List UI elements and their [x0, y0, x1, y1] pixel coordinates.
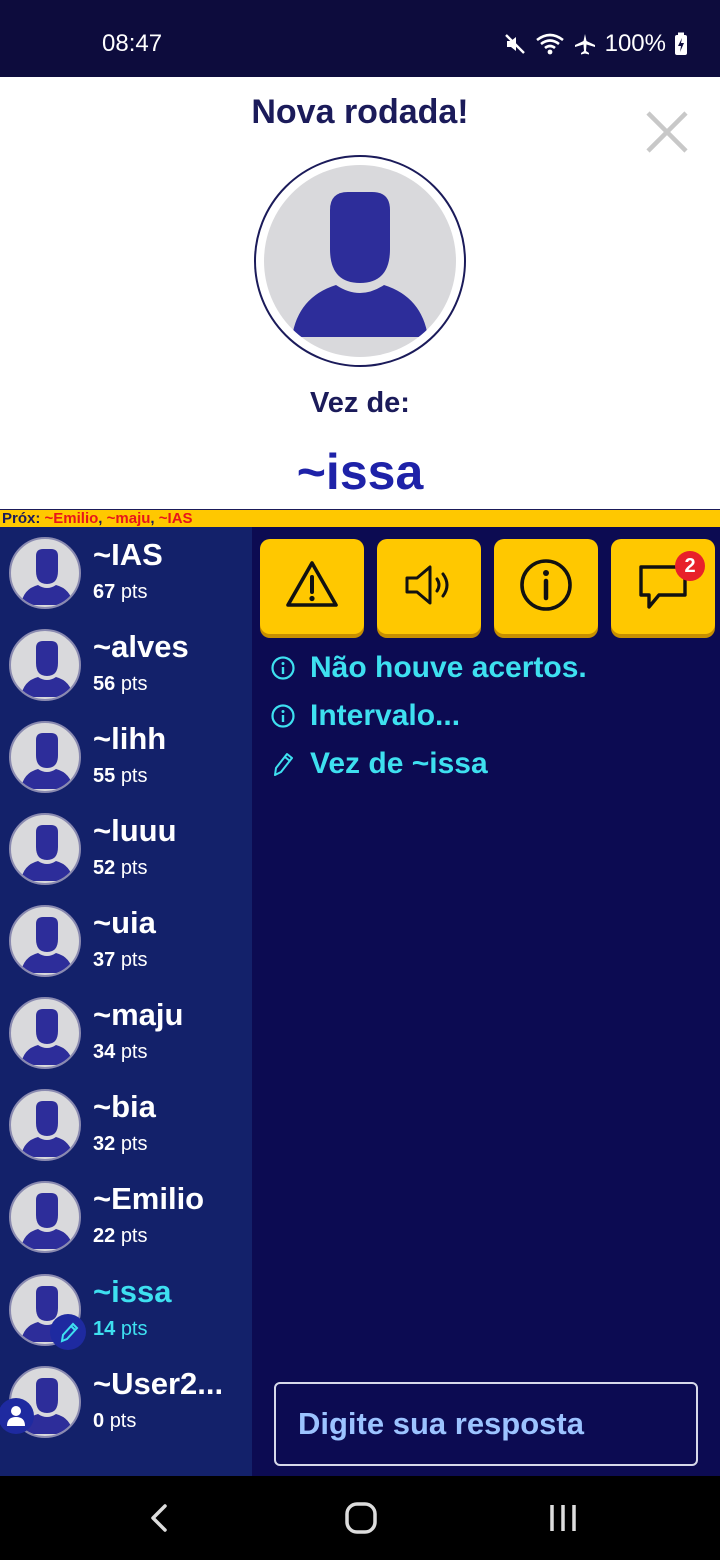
recent-apps-icon[interactable] [539, 1494, 587, 1542]
player-name: ~maju [93, 997, 184, 1032]
player-item[interactable]: ~luuu 52 pts [0, 803, 252, 895]
status-bar: 08:47 100% [0, 0, 720, 77]
status-time: 08:47 [102, 30, 163, 57]
home-icon[interactable] [337, 1494, 385, 1542]
avatar [9, 813, 81, 885]
battery-charging-icon [675, 32, 687, 55]
game-panel: 2 Não houve acertos. Intervalo... Vez de… [252, 527, 720, 1476]
user-silhouette-icon [21, 1193, 73, 1249]
players-sidebar[interactable]: ~IAS 67 pts ~alves 56 pts ~lihh 55 pts ~… [0, 527, 252, 1476]
user-silhouette-icon [21, 825, 73, 881]
player-name: ~Emilio [93, 1181, 205, 1216]
mute-icon [504, 34, 525, 54]
player-name: ~issa [93, 1274, 172, 1309]
self-badge [0, 1398, 34, 1434]
player-points: 56 pts [93, 673, 148, 695]
speaker-icon [405, 565, 449, 605]
next-player: ~IAS [158, 510, 193, 527]
player-name: ~User2... [93, 1366, 224, 1401]
player-points: 37 pts [93, 949, 148, 971]
player-name: ~alves [93, 629, 189, 664]
user-silhouette-icon [21, 549, 73, 605]
avatar [9, 537, 81, 609]
pencil-icon [60, 1322, 79, 1343]
player-name: ~bia [93, 1089, 156, 1124]
player-item[interactable]: ~Emilio 22 pts [0, 1171, 252, 1263]
avatar [9, 1181, 81, 1253]
drawing-badge [50, 1314, 86, 1350]
close-icon[interactable] [644, 109, 690, 155]
avatar [9, 997, 81, 1069]
avatar [9, 629, 81, 701]
message-text: Intervalo... [310, 699, 461, 732]
player-item[interactable]: ~IAS 67 pts [0, 527, 252, 619]
player-item[interactable]: ~User2... 0 pts [0, 1356, 252, 1448]
player-points: 67 pts [93, 581, 148, 603]
user-silhouette-icon [21, 1009, 73, 1065]
avatar [9, 721, 81, 793]
user-silhouette-icon [21, 1101, 73, 1157]
player-points: 34 pts [93, 1041, 148, 1063]
new-round-modal: Nova rodada! Vez de: ~issa [0, 77, 720, 509]
player-name: ~luuu [93, 813, 177, 848]
player-item[interactable]: ~lihh 55 pts [0, 711, 252, 803]
player-name: ~IAS [93, 537, 163, 572]
player-points: 32 pts [93, 1133, 148, 1155]
chat-unread-badge: 2 [675, 551, 705, 581]
sound-button[interactable] [377, 539, 481, 634]
message-text: Vez de ~issa [310, 747, 488, 780]
current-player-avatar [254, 155, 466, 367]
pencil-icon [274, 753, 293, 776]
wifi-icon [535, 33, 564, 55]
navigation-bar [0, 1476, 720, 1560]
chat-message: Intervalo... [270, 699, 460, 733]
airplane-icon [574, 34, 595, 55]
avatar [9, 1089, 81, 1161]
info-circle-icon [271, 704, 295, 728]
player-item[interactable]: ~maju 34 pts [0, 987, 252, 1079]
next-player: ~Emilio [44, 510, 99, 527]
user-silhouette-icon [292, 192, 428, 337]
player-item[interactable]: ~alves 56 pts [0, 619, 252, 711]
user-silhouette-icon [21, 641, 73, 697]
chat-message: Não houve acertos. [270, 651, 587, 685]
info-icon [520, 559, 572, 611]
player-points: 52 pts [93, 857, 148, 879]
user-silhouette-icon [21, 917, 73, 973]
message-text: Não houve acertos. [310, 651, 587, 684]
user-icon [7, 1406, 25, 1426]
modal-title: Nova rodada! [251, 93, 469, 131]
answer-input[interactable] [274, 1382, 698, 1466]
player-item-current[interactable]: ~issa 14 pts [0, 1264, 252, 1356]
player-points: 0 pts [93, 1410, 137, 1432]
avatar [9, 905, 81, 977]
player-name: ~uia [93, 905, 156, 940]
status-icons: 100% [503, 30, 688, 58]
next-player: ~maju [106, 510, 151, 527]
turn-player-name: ~issa [296, 444, 424, 500]
player-points: 55 pts [93, 765, 148, 787]
player-item[interactable]: ~uia 37 pts [0, 895, 252, 987]
player-name: ~lihh [93, 721, 167, 756]
player-item[interactable]: ~bia 32 pts [0, 1079, 252, 1171]
user-silhouette-icon [21, 733, 73, 789]
player-points: 22 pts [93, 1225, 148, 1247]
info-circle-icon [271, 656, 295, 680]
back-icon[interactable] [135, 1494, 183, 1542]
next-label: Próx: [2, 510, 41, 527]
info-button[interactable] [494, 539, 598, 634]
chat-message: Vez de ~issa [270, 747, 488, 781]
battery-percent: 100% [604, 30, 666, 57]
report-button[interactable] [260, 539, 364, 634]
turn-label: Vez de: [310, 387, 410, 419]
chat-button[interactable]: 2 [611, 539, 715, 634]
player-points: 14 pts [93, 1318, 148, 1340]
next-players-bar: Próx: ~Emilio, ~maju, ~IAS [0, 509, 720, 527]
warning-icon [286, 561, 338, 607]
